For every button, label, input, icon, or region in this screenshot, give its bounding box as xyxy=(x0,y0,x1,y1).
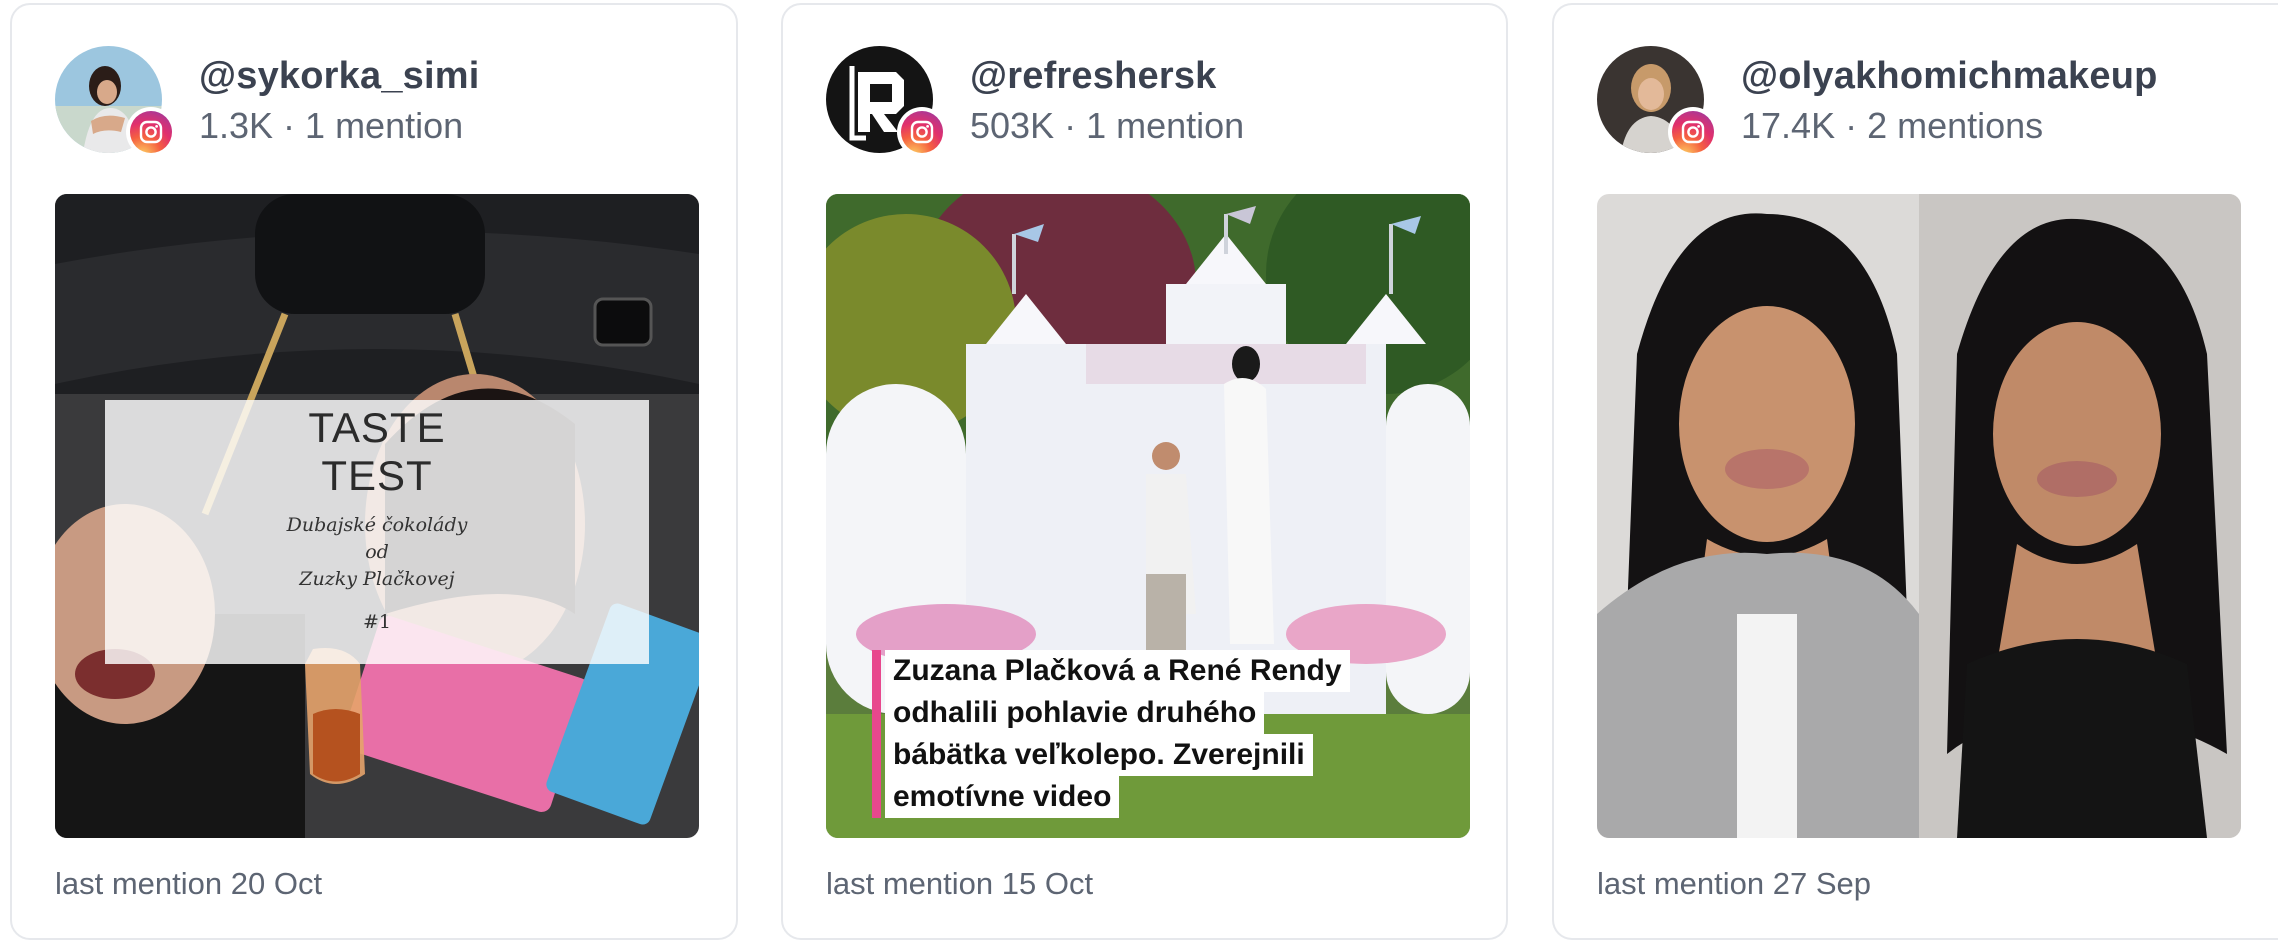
post-thumbnail[interactable]: TASTE TEST Dubajské čokolády od Zuzky Pl… xyxy=(55,194,699,838)
account-stats: 17.4K · 2 mentions xyxy=(1741,105,2044,146)
account-handle[interactable]: @olyakhomichmakeup xyxy=(1741,55,2158,98)
post-image xyxy=(1597,194,2241,838)
overlay-subtitle: Dubajské čokolády od Zuzky Plačkovej xyxy=(286,514,468,590)
mention-card-refreshersk[interactable]: @refreshersk 503K · 1 mention Zuzana Pla… xyxy=(781,3,1508,940)
instagram-icon xyxy=(897,107,947,157)
last-mention-date: last mention 20 Oct xyxy=(55,866,323,901)
instagram-icon xyxy=(126,107,176,157)
account-stats: 503K · 1 mention xyxy=(970,105,1245,146)
account-stats: 1.3K · 1 mention xyxy=(199,105,464,146)
post-thumbnail[interactable]: Zuzana Plačková a René Rendy odhalili po… xyxy=(826,194,1470,838)
mention-card-olyakhomichmakeup[interactable]: @olyakhomichmakeup 17.4K · 2 mentions la… xyxy=(1552,3,2278,940)
caption-line: bábätka veľkolepo. Zverejnili xyxy=(885,734,1313,776)
last-mention-date: last mention 15 Oct xyxy=(826,866,1094,901)
news-caption: Zuzana Plačková a René Rendy odhalili po… xyxy=(872,650,1405,818)
taste-test-overlay: TASTE TEST Dubajské čokolády od Zuzky Pl… xyxy=(105,400,649,664)
avatar[interactable] xyxy=(1597,46,1718,157)
caption-line: Zuzana Plačková a René Rendy xyxy=(885,650,1350,692)
avatar[interactable] xyxy=(826,46,947,157)
last-mention-date: last mention 27 Sep xyxy=(1597,866,1872,901)
caption-line: odhalili pohlavie druhého xyxy=(885,692,1265,734)
instagram-icon xyxy=(1668,107,1718,157)
post-thumbnail[interactable] xyxy=(1597,194,2241,838)
account-handle[interactable]: @refreshersk xyxy=(970,55,1217,98)
caption-line: emotívne video xyxy=(885,776,1120,818)
mention-card-sykorka-simi[interactable]: @sykorka_simi 1.3K · 1 mention TASTE TES… xyxy=(10,3,738,940)
overlay-title: TASTE TEST xyxy=(308,404,446,499)
account-handle[interactable]: @sykorka_simi xyxy=(199,55,480,98)
overlay-number: #1 xyxy=(362,611,391,633)
avatar[interactable] xyxy=(55,46,176,157)
